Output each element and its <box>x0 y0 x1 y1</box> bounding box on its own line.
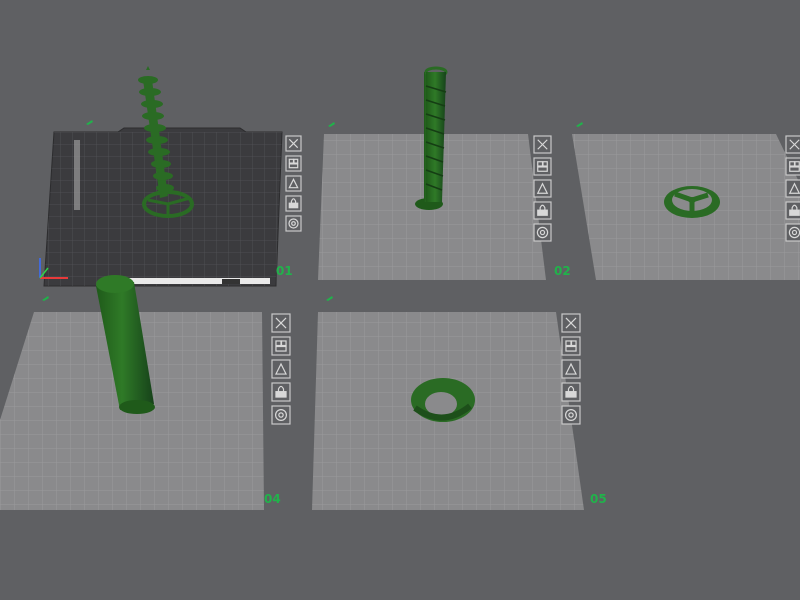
orient-plate-button[interactable] <box>785 179 800 198</box>
close-plate-button[interactable] <box>533 135 552 154</box>
plate-title-icon[interactable] <box>326 296 333 301</box>
plate-front-tag <box>222 279 240 284</box>
settings-plate-button[interactable] <box>533 223 552 242</box>
settings-plate-button[interactable] <box>785 223 800 242</box>
close-plate-button[interactable] <box>785 135 800 154</box>
3d-viewport[interactable]: 01 02 04 05 <box>0 0 800 600</box>
plate-title-icon[interactable] <box>328 122 335 127</box>
arrange-plate-button[interactable] <box>271 336 291 356</box>
plate-toolbar <box>271 313 291 425</box>
plate-2[interactable]: 02 <box>318 122 571 280</box>
arrange-plate-button[interactable] <box>285 155 302 172</box>
ring-bowl-model[interactable] <box>411 378 475 422</box>
lock-plate-button[interactable] <box>533 201 552 220</box>
lock-plate-button[interactable] <box>561 382 581 402</box>
plate-toolbar <box>561 313 581 425</box>
orient-plate-button[interactable] <box>561 359 581 379</box>
arrange-plate-button[interactable] <box>785 157 800 176</box>
plate-label: 05 <box>590 492 607 506</box>
plate-title-icon[interactable] <box>576 122 583 127</box>
lock-plate-button[interactable] <box>271 382 291 402</box>
plate-title-icon[interactable] <box>86 120 93 125</box>
orient-plate-button[interactable] <box>533 179 552 198</box>
orient-plate-button[interactable] <box>271 359 291 379</box>
wheel-disk-model[interactable] <box>664 186 720 218</box>
close-plate-button[interactable] <box>561 313 581 333</box>
arrange-plate-button[interactable] <box>533 157 552 176</box>
orient-plate-button[interactable] <box>285 175 302 192</box>
plate-front-strip <box>120 278 270 284</box>
plate-toolbar <box>785 135 800 242</box>
lock-plate-button[interactable] <box>785 201 800 220</box>
plate-label: 01 <box>276 264 293 278</box>
plate-label: 02 <box>554 264 571 278</box>
plate-toolbar <box>533 135 552 242</box>
plate-text-strip <box>74 140 80 210</box>
settings-plate-button[interactable] <box>271 405 291 425</box>
lock-plate-button[interactable] <box>285 195 302 212</box>
close-plate-button[interactable] <box>285 135 302 152</box>
settings-plate-button[interactable] <box>285 215 302 232</box>
plate-label: 04 <box>264 492 281 506</box>
arrange-plate-button[interactable] <box>561 336 581 356</box>
close-plate-button[interactable] <box>271 313 291 333</box>
plate-title-icon[interactable] <box>42 296 49 301</box>
plate-toolbar <box>285 135 302 232</box>
settings-plate-button[interactable] <box>561 405 581 425</box>
